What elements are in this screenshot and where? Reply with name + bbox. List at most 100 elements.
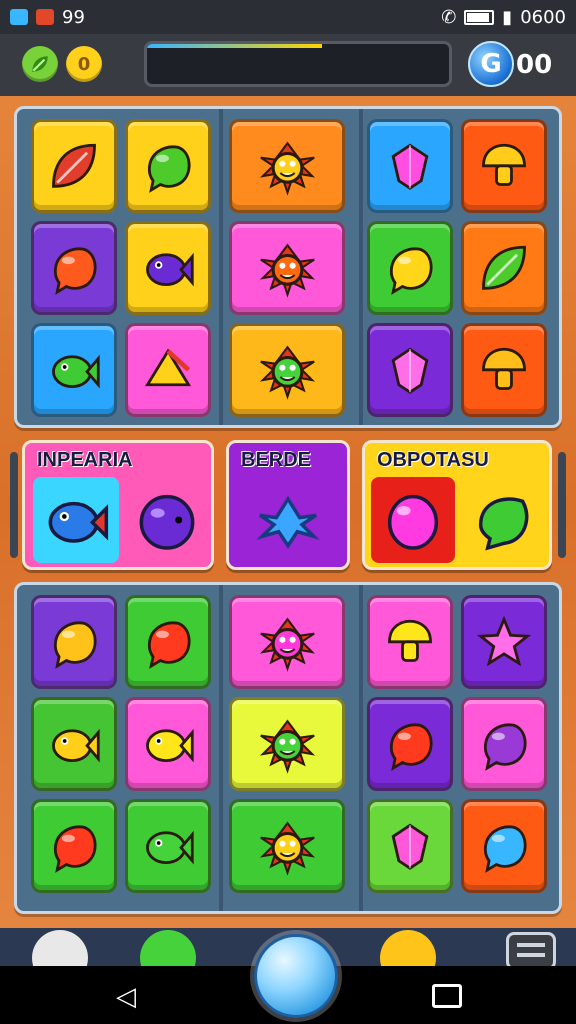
game-tile[interactable] [367, 799, 453, 893]
panel-divider [359, 585, 363, 911]
blob-icon [53, 825, 97, 874]
fish-icon [146, 253, 194, 287]
card-slot [235, 477, 341, 563]
game-tile[interactable] [461, 119, 547, 213]
crystal-icon [391, 143, 429, 191]
game-tile[interactable] [31, 595, 117, 689]
game-tile[interactable] [229, 697, 345, 791]
game-tile[interactable] [31, 697, 117, 791]
app-notification-icon [10, 9, 28, 25]
game-tile[interactable] [125, 323, 211, 417]
inventory-icon-button[interactable] [32, 930, 88, 966]
blob-icon [483, 723, 527, 772]
bottom-tile-panel [14, 582, 562, 914]
game-tile[interactable] [229, 323, 345, 417]
game-tile[interactable] [461, 221, 547, 315]
monster-icon [259, 821, 315, 876]
card-slot [461, 477, 547, 563]
top-tile-panel [14, 106, 562, 428]
mushroom-icon [482, 348, 526, 391]
monster-icon [259, 719, 315, 774]
game-tile[interactable] [125, 697, 211, 791]
blob-icon [483, 825, 527, 874]
blob-icon [53, 621, 97, 670]
crystal-icon [391, 347, 429, 395]
game-tile[interactable] [461, 595, 547, 689]
gallery-notification-icon [36, 9, 54, 25]
recent-apps-icon[interactable] [432, 984, 462, 1008]
card-berde[interactable]: BERDE [226, 440, 350, 570]
wifi-icon: ✆ [441, 6, 457, 28]
status-clock: 0600 [520, 6, 566, 28]
game-tile[interactable] [31, 221, 117, 315]
shop-icon-button[interactable] [380, 930, 436, 966]
pet-icon-button[interactable] [140, 930, 196, 966]
game-screen: 99 ✆ ▮ 0600 0 G 00 INPEARIA BERDE OBPOTA… [0, 0, 576, 1024]
home-bubble-button[interactable] [254, 934, 338, 1018]
coin-count: 0 [77, 53, 91, 75]
mushroom-icon [482, 144, 526, 187]
blob-icon [389, 247, 433, 296]
card-title: BERDE [241, 449, 312, 471]
game-tile[interactable] [31, 799, 117, 893]
game-tile[interactable] [461, 697, 547, 791]
game-tile[interactable] [229, 221, 345, 315]
battery-icon [464, 9, 495, 25]
monster-icon [259, 243, 315, 298]
game-tile[interactable] [125, 595, 211, 689]
fish-icon [48, 501, 109, 543]
panel-divider [219, 585, 223, 911]
coin-counter-button[interactable]: 0 [66, 46, 102, 82]
game-tile[interactable] [229, 119, 345, 213]
game-tile[interactable] [367, 119, 453, 213]
game-tile[interactable] [31, 119, 117, 213]
game-tile[interactable] [367, 697, 453, 791]
game-tile[interactable] [461, 323, 547, 417]
card-slot [371, 477, 455, 563]
crystal-icon [391, 823, 429, 871]
tile-grid-center [229, 119, 345, 417]
fish-icon [146, 729, 194, 763]
game-hud: 0 G 00 [0, 34, 576, 96]
card-title: OBPOTASU [377, 449, 489, 471]
tile-grid-center [229, 595, 345, 893]
progress-fill [147, 44, 323, 48]
card-obpotasu[interactable]: OBPOTASU [362, 440, 552, 570]
game-tile[interactable] [367, 221, 453, 315]
card-title: INPEARIA [37, 449, 133, 471]
star-icon [476, 615, 532, 667]
game-tile[interactable] [31, 323, 117, 417]
game-tile[interactable] [367, 323, 453, 417]
game-tile[interactable] [461, 799, 547, 893]
panel-divider [359, 109, 363, 425]
menu-button[interactable] [506, 932, 556, 966]
monster-icon [259, 617, 315, 672]
leaf-currency-button[interactable] [22, 46, 58, 82]
back-icon[interactable]: ◁ [116, 982, 136, 1012]
orb-icon: G [480, 49, 502, 79]
game-tile[interactable] [125, 119, 211, 213]
level-progress-bar [144, 41, 452, 87]
game-tile[interactable] [229, 595, 345, 689]
shell-icon [144, 348, 192, 387]
blob-icon [147, 621, 191, 670]
panel-divider [219, 109, 223, 425]
leaf-icon [52, 144, 96, 188]
score-value: 00 [516, 50, 553, 80]
monster-icon [259, 141, 315, 196]
status-left-text: 99 [62, 6, 85, 28]
game-tile[interactable] [125, 221, 211, 315]
game-tile[interactable] [125, 799, 211, 893]
card-inpearia[interactable]: INPEARIA [22, 440, 214, 570]
tile-grid-right [367, 595, 547, 893]
power-orb-button[interactable]: G [468, 41, 514, 87]
right-scroll-handle[interactable] [558, 452, 566, 558]
tile-grid-left [31, 595, 211, 893]
blob-icon [139, 494, 195, 550]
left-scroll-handle[interactable] [10, 452, 18, 558]
tile-grid-left [31, 119, 211, 417]
game-tile[interactable] [229, 799, 345, 893]
game-tile[interactable] [367, 595, 453, 689]
leaf-icon [482, 246, 526, 290]
blob-icon [387, 494, 439, 550]
